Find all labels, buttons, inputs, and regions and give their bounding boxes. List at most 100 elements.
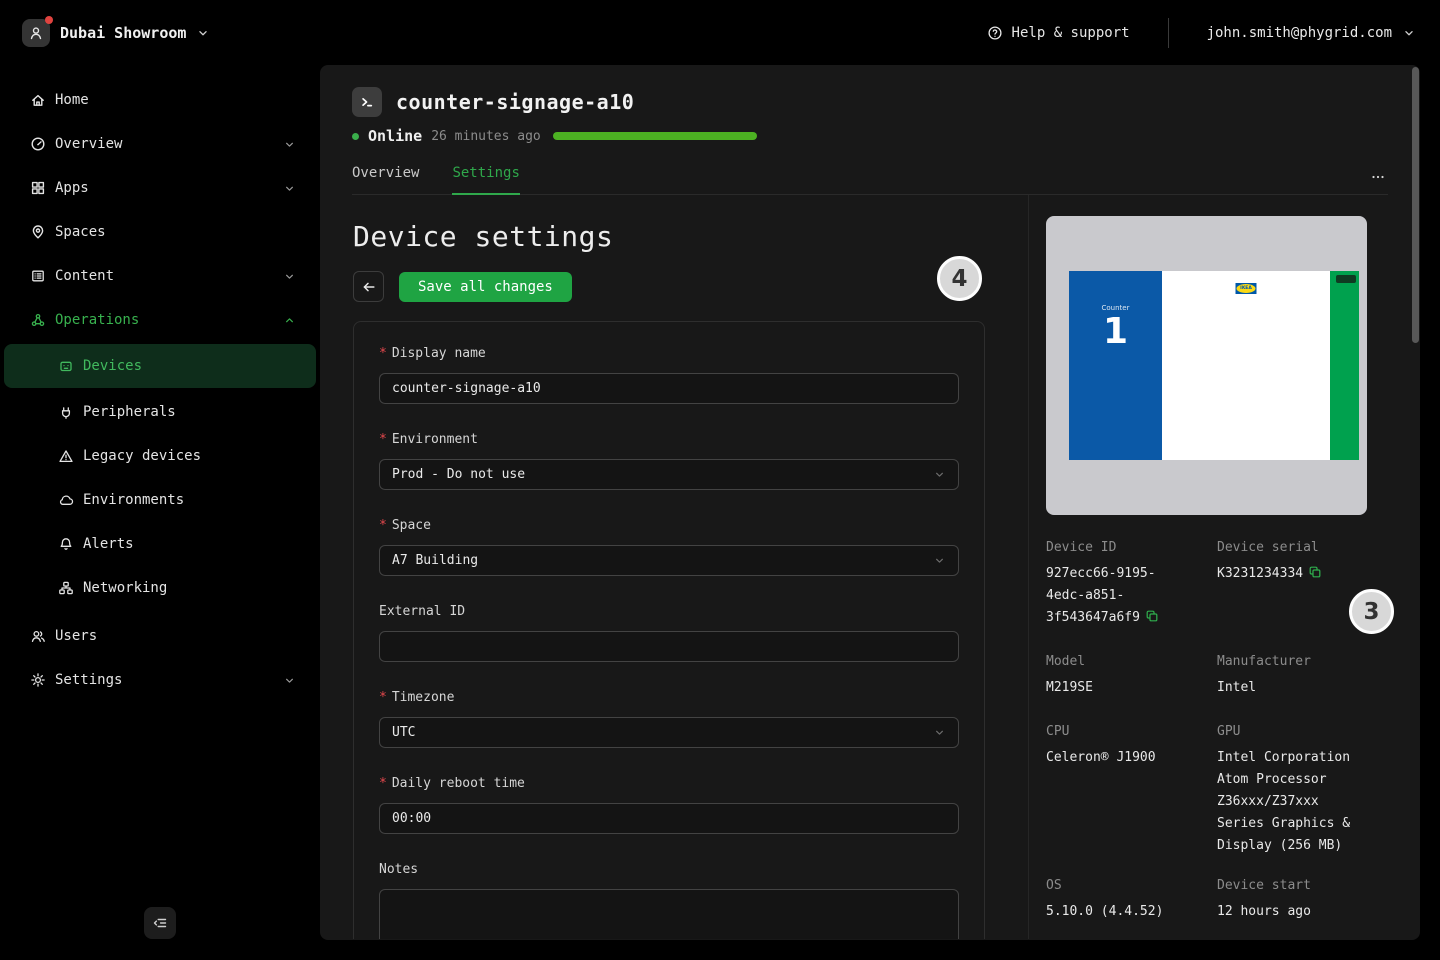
copy-icon[interactable] [1145, 609, 1159, 623]
sidebar-item-label: Content [55, 268, 274, 284]
annotation-marker-4: 4 [937, 256, 982, 301]
users-icon [30, 628, 46, 644]
info-label: Device ID [1046, 537, 1217, 559]
help-support-link[interactable]: Help & support [987, 25, 1130, 41]
preview-side-strip [1330, 271, 1359, 460]
device-header: counter-signage-a10 Online 26 minutes ag… [320, 65, 1420, 195]
device-icon [58, 358, 74, 374]
chevron-down-icon [283, 674, 296, 687]
preview-counter-panel: Counter 1 [1069, 271, 1162, 460]
uptime-bar [553, 132, 757, 140]
tab-settings[interactable]: Settings [452, 165, 519, 194]
org-switcher[interactable]: Dubai Showroom [22, 19, 210, 47]
sidebar-item-label: Users [55, 628, 296, 644]
sidebar-item-apps[interactable]: Apps [0, 166, 320, 210]
sidebar-item-operations[interactable]: Operations [0, 298, 320, 342]
sidebar-item-label: Networking [83, 580, 296, 596]
brand-logo: IKEA [1236, 283, 1257, 294]
warning-triangle-icon [58, 448, 74, 464]
counter-label: Counter [1069, 304, 1162, 312]
sidebar-collapse-button[interactable] [144, 907, 176, 939]
sidebar-item-home[interactable]: Home [0, 78, 320, 122]
gear-icon [30, 672, 46, 688]
sidebar-item-peripherals[interactable]: Peripherals [0, 390, 320, 434]
required-asterisk: * [379, 689, 387, 707]
chevron-down-icon [933, 468, 946, 481]
bell-icon [58, 536, 74, 552]
sidebar-item-devices[interactable]: Devices [4, 344, 316, 388]
notification-dot [45, 16, 53, 24]
info-label: Device serial [1217, 537, 1400, 559]
ellipsis-icon [1370, 169, 1386, 185]
page-title: Device settings [353, 220, 1028, 254]
notes-textarea[interactable] [379, 889, 959, 939]
sidebar-item-label: Settings [55, 672, 274, 688]
more-actions-button[interactable] [1366, 165, 1390, 189]
cloud-icon [58, 492, 74, 508]
info-value: 927ecc66-9195-4edc-a851-3f543647a6f9 [1046, 563, 1194, 629]
select-value: UTC [392, 725, 415, 740]
topbar-divider [1168, 18, 1169, 48]
chevron-down-icon [283, 138, 296, 151]
sidebar-item-settings[interactable]: Settings [0, 658, 320, 702]
timezone-select[interactable]: UTC [379, 717, 959, 748]
sidebar-item-content[interactable]: Content [0, 254, 320, 298]
chevron-down-icon [933, 726, 946, 739]
info-value: K3231234334 [1217, 563, 1365, 585]
field-external-id: External ID [379, 603, 959, 662]
field-label: *Display name [379, 345, 959, 363]
arrow-left-icon [361, 279, 377, 295]
screen-capture: Counter 1 IKEA [1069, 271, 1359, 460]
info-model: Model M219SE [1046, 651, 1217, 699]
info-value: Intel Corporation Atom Processor Z36xxx/… [1217, 747, 1365, 857]
sidebar-item-label: Alerts [83, 536, 296, 552]
field-environment: *Environment Prod - Do not use [379, 431, 959, 490]
help-support-label: Help & support [1012, 25, 1130, 41]
info-label: GPU [1217, 721, 1400, 743]
tab-overview[interactable]: Overview [352, 165, 419, 194]
question-circle-icon [987, 25, 1003, 41]
info-label: Model [1046, 651, 1217, 673]
back-button[interactable] [353, 271, 384, 302]
chevron-down-icon [283, 270, 296, 283]
chevron-down-icon [196, 26, 210, 40]
save-all-changes-button[interactable]: Save all changes [399, 272, 572, 302]
field-label: *Environment [379, 431, 959, 449]
preview-content-area: IKEA [1162, 271, 1330, 460]
last-seen-label: 26 minutes ago [431, 129, 541, 144]
collapse-menu-icon [152, 915, 168, 931]
sidebar-item-overview[interactable]: Overview [0, 122, 320, 166]
location-pin-icon [30, 224, 46, 240]
info-label: Avg CPU usage [1046, 937, 1217, 939]
scrollbar-thumb[interactable] [1412, 67, 1419, 343]
sidebar-item-spaces[interactable]: Spaces [0, 210, 320, 254]
person-icon [28, 25, 44, 41]
info-avg-cpu-usage: Avg CPU usage [1046, 937, 1217, 939]
sidebar-item-label: Apps [55, 180, 274, 196]
field-label: External ID [379, 603, 959, 621]
display-name-input[interactable] [379, 373, 959, 404]
external-id-input[interactable] [379, 631, 959, 662]
sidebar-item-alerts[interactable]: Alerts [0, 522, 320, 566]
org-avatar [22, 19, 50, 47]
device-name: counter-signage-a10 [396, 90, 634, 114]
required-asterisk: * [379, 431, 387, 449]
sidebar-item-users[interactable]: Users [0, 614, 320, 658]
apps-grid-icon [30, 180, 46, 196]
account-menu[interactable]: john.smith@phygrid.com [1207, 25, 1416, 41]
topbar: Dubai Showroom Help & support john.smith… [0, 0, 1440, 65]
copy-icon[interactable] [1308, 565, 1322, 579]
org-name: Dubai Showroom [60, 24, 186, 42]
space-select[interactable]: A7 Building [379, 545, 959, 576]
info-value: Intel [1217, 677, 1365, 699]
field-label: *Space [379, 517, 959, 535]
daily-reboot-time-input[interactable] [379, 803, 959, 834]
environment-select[interactable]: Prod - Do not use [379, 459, 959, 490]
user-email: john.smith@phygrid.com [1207, 25, 1392, 41]
sidebar-item-environments[interactable]: Environments [0, 478, 320, 522]
sidebar-item-legacy-devices[interactable]: Legacy devices [0, 434, 320, 478]
sidebar-item-networking[interactable]: Networking [0, 566, 320, 610]
info-value: Celeron® J1900 [1046, 747, 1194, 769]
chevron-up-icon [283, 314, 296, 327]
sidebar-item-label: Operations [55, 312, 274, 328]
